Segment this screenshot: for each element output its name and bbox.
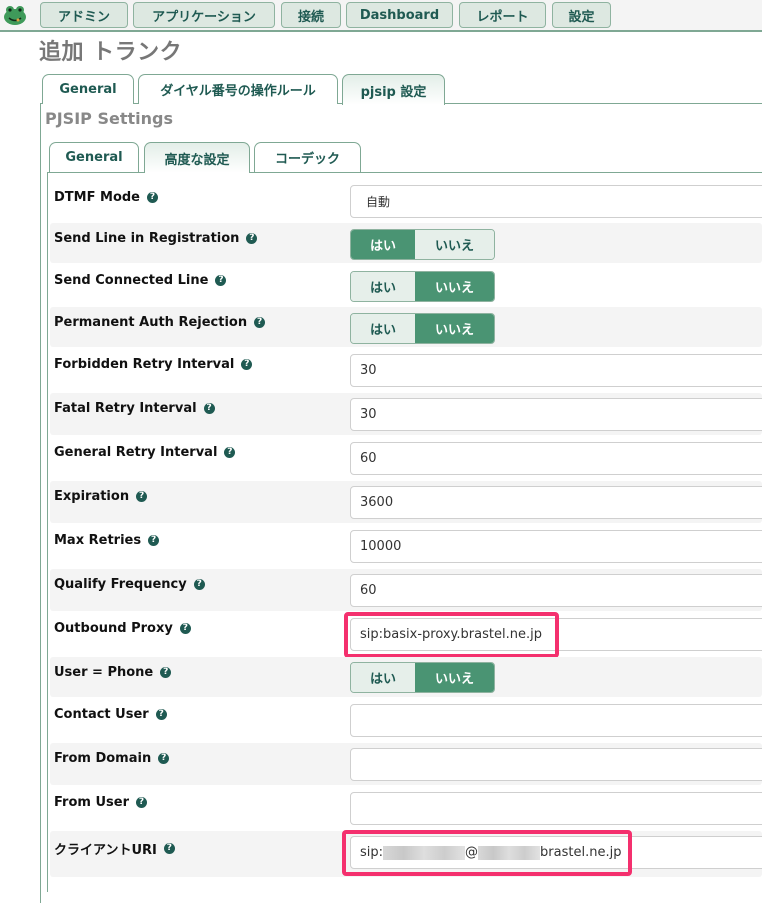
field-label: Send Line in Registration bbox=[54, 231, 240, 246]
field-label: Contact User bbox=[54, 707, 149, 722]
user-equals-phone-toggle: はい いいえ bbox=[350, 662, 495, 693]
send-connected-line-toggle: はい いいえ bbox=[350, 271, 495, 302]
help-icon[interactable]: ? bbox=[241, 359, 253, 370]
field-label: Permanent Auth Rejection bbox=[54, 315, 248, 330]
toggle-no[interactable]: いいえ bbox=[415, 314, 494, 343]
qualify-frequency-input[interactable] bbox=[350, 574, 762, 607]
help-icon[interactable]: ? bbox=[254, 317, 266, 328]
row-contact-user: Contact User? bbox=[50, 699, 762, 741]
help-icon[interactable]: ? bbox=[203, 403, 215, 414]
row-user-equals-phone: User = Phone? はい いいえ bbox=[50, 657, 762, 697]
help-icon[interactable]: ? bbox=[158, 753, 170, 764]
nav-applications[interactable]: アプリケーション bbox=[133, 2, 275, 28]
client-uri-at: @ bbox=[465, 845, 479, 860]
section-title: PJSIP Settings bbox=[45, 109, 173, 128]
outbound-proxy-input[interactable] bbox=[350, 618, 762, 651]
expiration-input[interactable] bbox=[350, 486, 762, 519]
forbidden-retry-interval-input[interactable] bbox=[350, 354, 762, 387]
row-expiration: Expiration? bbox=[50, 481, 762, 523]
inner-tab-baseline bbox=[361, 172, 762, 173]
field-label: Send Connected Line bbox=[54, 273, 209, 288]
help-icon[interactable]: ? bbox=[160, 667, 172, 678]
field-label: From User bbox=[54, 795, 129, 810]
nav-admin[interactable]: アドミン bbox=[40, 2, 128, 28]
field-label: Forbidden Retry Interval bbox=[54, 357, 235, 372]
nav-connectivity[interactable]: 接続 bbox=[281, 2, 341, 28]
help-icon[interactable]: ? bbox=[163, 843, 175, 854]
row-permanent-auth-rejection: Permanent Auth Rejection? はい いいえ bbox=[50, 307, 762, 347]
from-user-input[interactable] bbox=[350, 792, 762, 825]
toggle-yes[interactable]: はい bbox=[351, 230, 416, 259]
inner-tab-advanced[interactable]: 高度な設定 bbox=[144, 142, 250, 173]
dtmf-mode-select[interactable]: 自動 bbox=[350, 185, 762, 218]
field-label: Fatal Retry Interval bbox=[54, 401, 197, 416]
tab-pjsip-settings[interactable]: pjsip 設定 bbox=[342, 74, 445, 105]
nav-reports[interactable]: レポート bbox=[459, 2, 546, 28]
frog-logo-icon[interactable] bbox=[3, 4, 27, 26]
row-max-retries: Max Retries? bbox=[50, 525, 762, 567]
toggle-no[interactable]: いいえ bbox=[415, 663, 494, 692]
inner-tab-codecs[interactable]: コーデック bbox=[254, 142, 361, 172]
field-label: Expiration bbox=[54, 489, 130, 504]
send-line-in-registration-toggle: はい いいえ bbox=[350, 229, 495, 260]
inner-tab-general[interactable]: General bbox=[49, 142, 139, 172]
tab-general[interactable]: General bbox=[42, 74, 134, 104]
row-outbound-proxy: Outbound Proxy? bbox=[50, 613, 762, 655]
field-label: クライアントURI bbox=[54, 843, 157, 858]
help-icon[interactable]: ? bbox=[136, 491, 148, 502]
toggle-yes[interactable]: はい bbox=[351, 314, 416, 343]
client-uri-suffix: brastel.ne.jp bbox=[540, 845, 622, 860]
toggle-no[interactable]: いいえ bbox=[415, 272, 494, 301]
field-label: User = Phone bbox=[54, 665, 154, 680]
help-icon[interactable]: ? bbox=[147, 192, 158, 203]
row-from-user: From User? bbox=[50, 787, 762, 829]
tab-dial-rules[interactable]: ダイヤル番号の操作ルール bbox=[138, 74, 338, 104]
nav-settings[interactable]: 設定 bbox=[552, 2, 611, 28]
field-label: Max Retries bbox=[54, 533, 142, 548]
field-label: Outbound Proxy bbox=[54, 621, 173, 636]
row-dtmf-mode: DTMF Mode? 自動 bbox=[50, 177, 762, 219]
from-domain-input[interactable] bbox=[350, 748, 762, 781]
toggle-yes[interactable]: はい bbox=[351, 663, 416, 692]
field-label: DTMF Mode bbox=[54, 190, 140, 205]
field-label: Qualify Frequency bbox=[54, 577, 187, 592]
client-uri-prefix: sip: bbox=[360, 845, 384, 860]
field-label: General Retry Interval bbox=[54, 445, 218, 460]
general-retry-interval-input[interactable] bbox=[350, 442, 762, 475]
row-qualify-frequency: Qualify Frequency? bbox=[50, 569, 762, 611]
help-icon[interactable]: ? bbox=[136, 797, 147, 808]
help-icon[interactable]: ? bbox=[215, 275, 227, 286]
help-icon[interactable]: ? bbox=[246, 233, 258, 244]
page-title: 追加 トランク bbox=[39, 40, 183, 65]
row-forbidden-retry-interval: Forbidden Retry Interval? bbox=[50, 349, 762, 391]
help-icon[interactable]: ? bbox=[224, 447, 236, 458]
top-nav-bar: アドミン アプリケーション 接続 Dashboard レポート 設定 bbox=[0, 0, 762, 32]
help-icon[interactable]: ? bbox=[155, 709, 167, 720]
toggle-no[interactable]: いいえ bbox=[415, 230, 494, 259]
tab-baseline bbox=[445, 103, 762, 104]
redacted-host bbox=[478, 845, 541, 860]
client-uri-input[interactable]: sip: @ brastel.ne.jp bbox=[350, 836, 762, 869]
row-from-domain: From Domain? bbox=[50, 743, 762, 785]
contact-user-input[interactable] bbox=[350, 704, 762, 737]
row-send-line-in-registration: Send Line in Registration? はい いいえ bbox=[50, 223, 762, 263]
fatal-retry-interval-input[interactable] bbox=[350, 398, 762, 431]
row-client-uri: クライアントURI? sip: @ brastel.ne.jp bbox=[50, 831, 762, 877]
row-send-connected-line: Send Connected Line? はい いいえ bbox=[50, 265, 762, 305]
help-icon[interactable]: ? bbox=[193, 579, 205, 590]
nav-dashboard[interactable]: Dashboard bbox=[346, 2, 453, 28]
toggle-yes[interactable]: はい bbox=[351, 272, 416, 301]
row-general-retry-interval: General Retry Interval? bbox=[50, 437, 762, 479]
field-label: From Domain bbox=[54, 751, 152, 766]
row-fatal-retry-interval: Fatal Retry Interval? bbox=[50, 393, 762, 435]
max-retries-input[interactable] bbox=[350, 530, 762, 563]
redacted-user bbox=[383, 845, 466, 860]
help-icon[interactable]: ? bbox=[179, 623, 191, 634]
permanent-auth-rejection-toggle: はい いいえ bbox=[350, 313, 495, 344]
help-icon[interactable]: ? bbox=[148, 535, 160, 546]
